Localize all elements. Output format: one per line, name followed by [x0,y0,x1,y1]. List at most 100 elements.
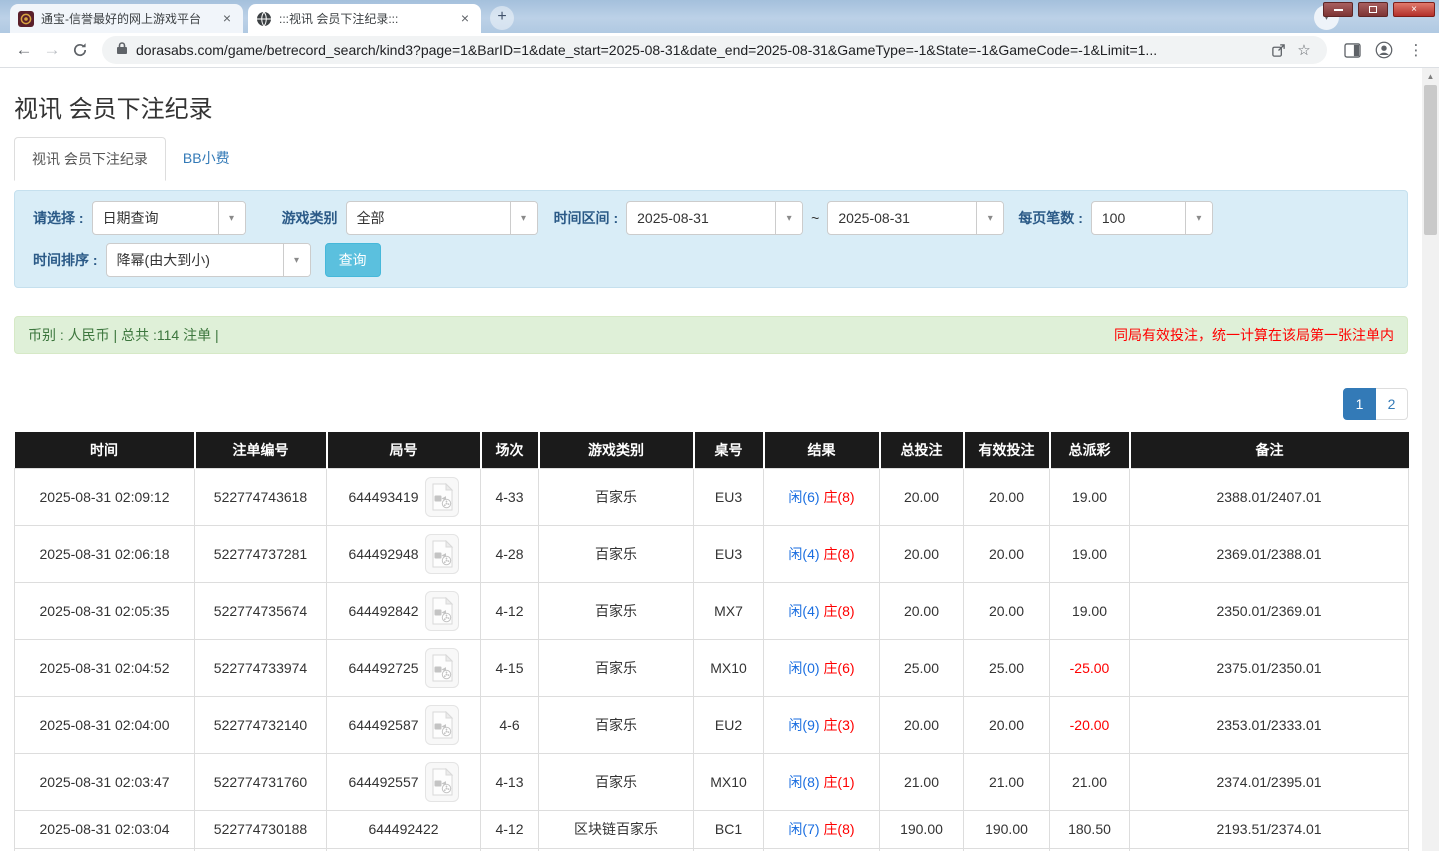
caret-down-icon[interactable]: ▾ [282,244,310,276]
cell-bet-id: 522774735674 [194,581,327,640]
browser-tab-2-active[interactable]: :::视讯 会员下注纪录::: × [248,4,481,33]
cell-game-type: 百家乐 [538,695,694,754]
caret-down-icon[interactable]: ▾ [1184,202,1212,234]
browser-tab-1[interactable]: 通宝-信誉最好的网上游戏平台 × [10,4,243,33]
cell-session: 4-28 [480,524,539,583]
forward-icon[interactable]: → [38,36,66,64]
back-icon[interactable]: ← [10,36,38,64]
cell-total-bet[interactable]: 20.00 [879,581,964,640]
cell-bet-id: 522774733974 [194,638,327,697]
query-type-select[interactable]: 日期查询 ▾ [91,201,246,235]
cell-total-bet[interactable]: 20.00 [879,524,964,583]
cell-table-no: EU3 [693,524,764,583]
cell-result: 闲(4) 庄(8) [763,581,880,640]
tab-betrecord[interactable]: 视讯 会员下注纪录 [14,137,166,181]
url-text[interactable]: dorasabs.com/game/betrecord_search/kind3… [136,42,1265,58]
cell-note: 2350.01/2369.01 [1129,581,1409,640]
page-button-2[interactable]: 2 [1375,388,1408,420]
page-scrollbar[interactable]: ▲ [1422,68,1439,851]
cell-time: 2025-08-31 02:09:12 [14,467,195,526]
bookmark-star-icon[interactable]: ☆ [1291,37,1317,63]
window-minimize-button[interactable] [1323,2,1353,17]
caret-down-icon[interactable]: ▾ [217,202,245,234]
tongbao-favicon-icon [18,10,34,27]
video-replay-button[interactable] [424,476,459,517]
result-player: 闲(0) [788,659,820,676]
round-id-text: 644492557 [348,773,419,790]
round-id-text: 644492948 [348,545,419,562]
video-replay-button[interactable] [424,533,459,574]
search-button[interactable]: 查询 [324,243,381,277]
cell-payout: -25.00 [1049,638,1130,697]
result-player: 闲(8) [788,773,820,790]
caret-down-icon[interactable]: ▾ [509,202,537,234]
cell-game-type: 百家乐 [538,638,694,697]
cell-table-no: MX10 [693,752,764,811]
video-replay-button[interactable] [424,647,459,688]
browser-tab-strip: 通宝-信誉最好的网上游戏平台 × :::视讯 会员下注纪录::: × + ▾ × [0,0,1439,33]
video-replay-button[interactable] [424,761,459,802]
cell-session: 4-15 [480,638,539,697]
window-controls: × [1323,2,1435,17]
cell-payout: 19.00 [1049,581,1130,640]
new-tab-button[interactable]: + [490,6,514,30]
date-start-picker[interactable]: 2025-08-31 ▾ [626,201,804,235]
menu-kebab-icon[interactable]: ⋮ [1403,37,1429,63]
cell-payout: 19.00 [1049,524,1130,583]
page-button-1[interactable]: 1 [1343,388,1376,420]
cell-round-id: 644492557 [326,752,481,811]
result-player: 闲(9) [788,716,820,733]
round-id-text: 644493419 [348,488,419,505]
cell-result: 闲(9) 庄(3) [763,695,880,754]
tab-close-icon[interactable]: × [219,10,235,27]
cell-bet-id: 522774730188 [194,809,327,849]
column-header: 时间 [14,432,195,468]
address-bar[interactable]: dorasabs.com/game/betrecord_search/kind3… [102,36,1327,64]
game-type-select[interactable]: 全部 ▾ [345,201,538,235]
tab-bb-tip[interactable]: BB小费 [166,137,247,181]
sort-label: 时间排序 : [33,252,98,268]
video-replay-button[interactable] [424,590,459,631]
cell-time: 2025-08-31 02:06:18 [14,524,195,583]
cell-table-no: MX10 [693,638,764,697]
side-panel-icon[interactable] [1339,37,1365,63]
window-close-button[interactable]: × [1393,2,1435,17]
date-range-tilde: ~ [811,210,820,226]
cell-total-bet[interactable]: 190.00 [879,809,964,849]
cell-payout: 19.00 [1049,467,1130,526]
tab-close-icon[interactable]: × [457,10,473,27]
date-end-picker[interactable]: 2025-08-31 ▾ [827,201,1005,235]
table-row: 2025-08-31 02:09:12 522774743618 644493419… [14,467,1409,526]
window-maximize-button[interactable] [1358,2,1388,17]
cell-total-bet[interactable]: 21.00 [879,752,964,811]
cell-total-bet[interactable]: 25.00 [879,638,964,697]
cell-valid-bet: 21.00 [963,752,1050,811]
sort-select[interactable]: 降幂(由大到小) ▾ [105,243,311,277]
cell-valid-bet: 20.00 [963,695,1050,754]
cell-total-bet[interactable]: 20.00 [879,695,964,754]
tab-title: :::视讯 会员下注纪录::: [279,12,399,26]
date-range-label: 时间区间 : [553,210,619,226]
table-row: 2025-08-31 02:04:00 522774732140 644492587… [14,695,1409,754]
column-header: 局号 [325,432,481,468]
tab-title: 通宝-信誉最好的网上游戏平台 [41,12,201,26]
video-replay-button[interactable] [424,704,459,745]
scrollbar-up-icon[interactable]: ▲ [1422,68,1439,85]
cell-total-bet[interactable]: 20.00 [879,467,964,526]
valid-bet-notice-text: 同局有效投注，统一计算在该局第一张注单内 [1114,327,1394,343]
profile-avatar-icon[interactable] [1371,37,1397,63]
page-size-select[interactable]: 100 ▾ [1090,201,1213,235]
scrollbar-thumb[interactable] [1424,85,1437,235]
round-id-text: 644492422 [368,821,439,837]
share-icon[interactable] [1265,37,1291,63]
caret-down-icon[interactable]: ▾ [775,202,803,234]
cell-table-no: EU2 [693,695,764,754]
cell-session: 4-12 [480,581,539,640]
column-header: 总投注 [878,432,964,468]
cell-round-id: 644492842 [326,581,481,640]
reload-icon[interactable] [66,36,94,64]
cell-session: 4-6 [480,695,539,754]
page-content: 视讯 会员下注纪录 视讯 会员下注纪录 BB小费 请选择 : 日期查询 ▾ 游戏… [14,68,1409,851]
game-type-label: 游戏类别 [281,210,338,226]
caret-down-icon[interactable]: ▾ [976,202,1004,234]
